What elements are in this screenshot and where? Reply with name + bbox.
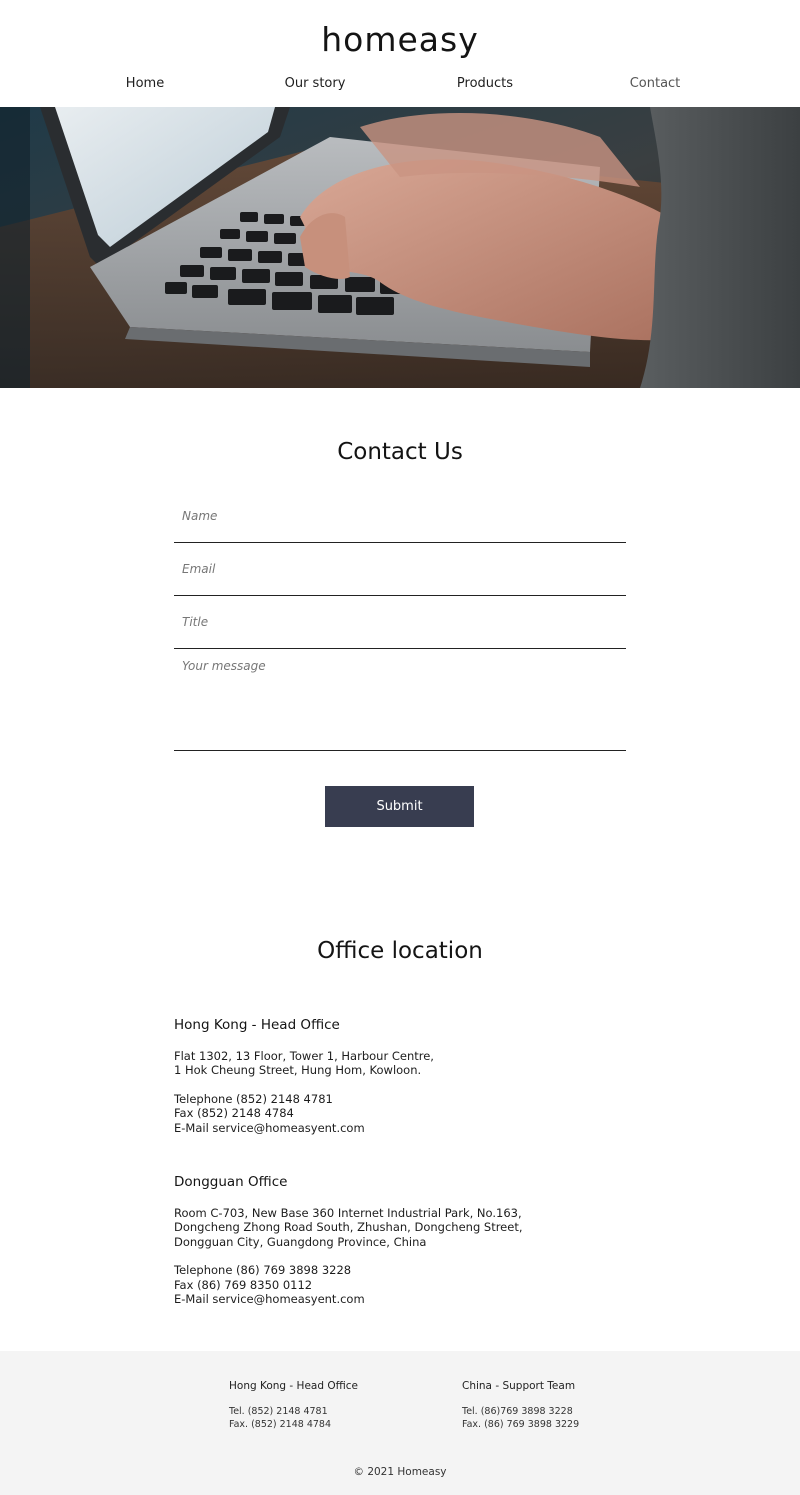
office-address-line: 1 Hok Cheung Street, Hung Hom, Kowloon. (174, 1063, 422, 1077)
footer-fax: Fax. (852) 2148 4784 (229, 1419, 332, 1430)
contact-title: Contact Us (337, 439, 463, 465)
office-address-line: Room C-703, New Base 360 Internet Indust… (174, 1205, 522, 1220)
footer-office-title: China - Support Team (462, 1380, 576, 1392)
office-location-title: Office location (317, 938, 483, 964)
footer-tel: Tel. (852) 2148 4781 (229, 1406, 328, 1417)
hero-image (0, 107, 800, 388)
nav-item-products[interactable]: Products (400, 76, 570, 98)
office-dongguan: Dongguan Office Room C-703, New Base 360… (174, 1175, 634, 1307)
footer-hong-kong: Hong Kong - Head Office Tel. (852) 2148 … (229, 1380, 358, 1431)
office-email: E-Mail service@homeasyent.com (174, 1292, 365, 1306)
nav-item-home[interactable]: Home (60, 76, 230, 98)
nav-item-contact[interactable]: Contact (570, 76, 740, 98)
office-address-line: Dongcheng Zhong Road South, Zhushan, Don… (174, 1220, 523, 1234)
site-header: homeasy Home Our story Products Contact (0, 0, 800, 107)
office-telephone: Telephone (852) 2148 4781 (174, 1091, 333, 1106)
submit-button[interactable]: Submit (325, 786, 474, 827)
main-nav: Home Our story Products Contact (60, 76, 740, 98)
copyright: © 2021 Homeasy (353, 1466, 447, 1478)
office-hong-kong: Hong Kong - Head Office Flat 1302, 13 Fl… (174, 1018, 634, 1135)
office-email: E-Mail service@homeasyent.com (174, 1120, 365, 1135)
site-footer: Hong Kong - Head Office Tel. (852) 2148 … (0, 1351, 800, 1495)
office-address-line: Flat 1302, 13 Floor, Tower 1, Harbour Ce… (174, 1048, 434, 1063)
title-input[interactable] (174, 596, 626, 649)
title-field-wrapper (174, 596, 626, 649)
contact-form (174, 490, 626, 751)
name-input[interactable] (174, 490, 626, 543)
footer-china: China - Support Team Tel. (86)769 3898 3… (462, 1380, 579, 1431)
office-telephone: Telephone (86) 769 3898 3228 (174, 1263, 352, 1277)
office-name: Hong Kong - Head Office (174, 1017, 340, 1033)
footer-tel: Tel. (86)769 3898 3228 (462, 1406, 573, 1417)
nav-item-our-story[interactable]: Our story (230, 76, 400, 98)
office-fax: Fax (86) 769 8350 0112 (174, 1277, 313, 1292)
footer-fax: Fax. (86) 769 3898 3229 (462, 1419, 580, 1430)
footer-office-title: Hong Kong - Head Office (229, 1380, 358, 1392)
office-fax: Fax (852) 2148 4784 (174, 1106, 294, 1120)
message-field-wrapper (174, 649, 626, 751)
office-name: Dongguan Office (174, 1174, 288, 1190)
name-field-wrapper (174, 490, 626, 543)
logo[interactable]: homeasy (0, 20, 800, 59)
office-address-line: Dongguan City, Guangdong Province, China (174, 1234, 427, 1249)
laptop-typing-illustration (0, 107, 800, 388)
message-textarea[interactable] (174, 649, 626, 749)
email-field-wrapper (174, 543, 626, 596)
email-input[interactable] (174, 543, 626, 596)
